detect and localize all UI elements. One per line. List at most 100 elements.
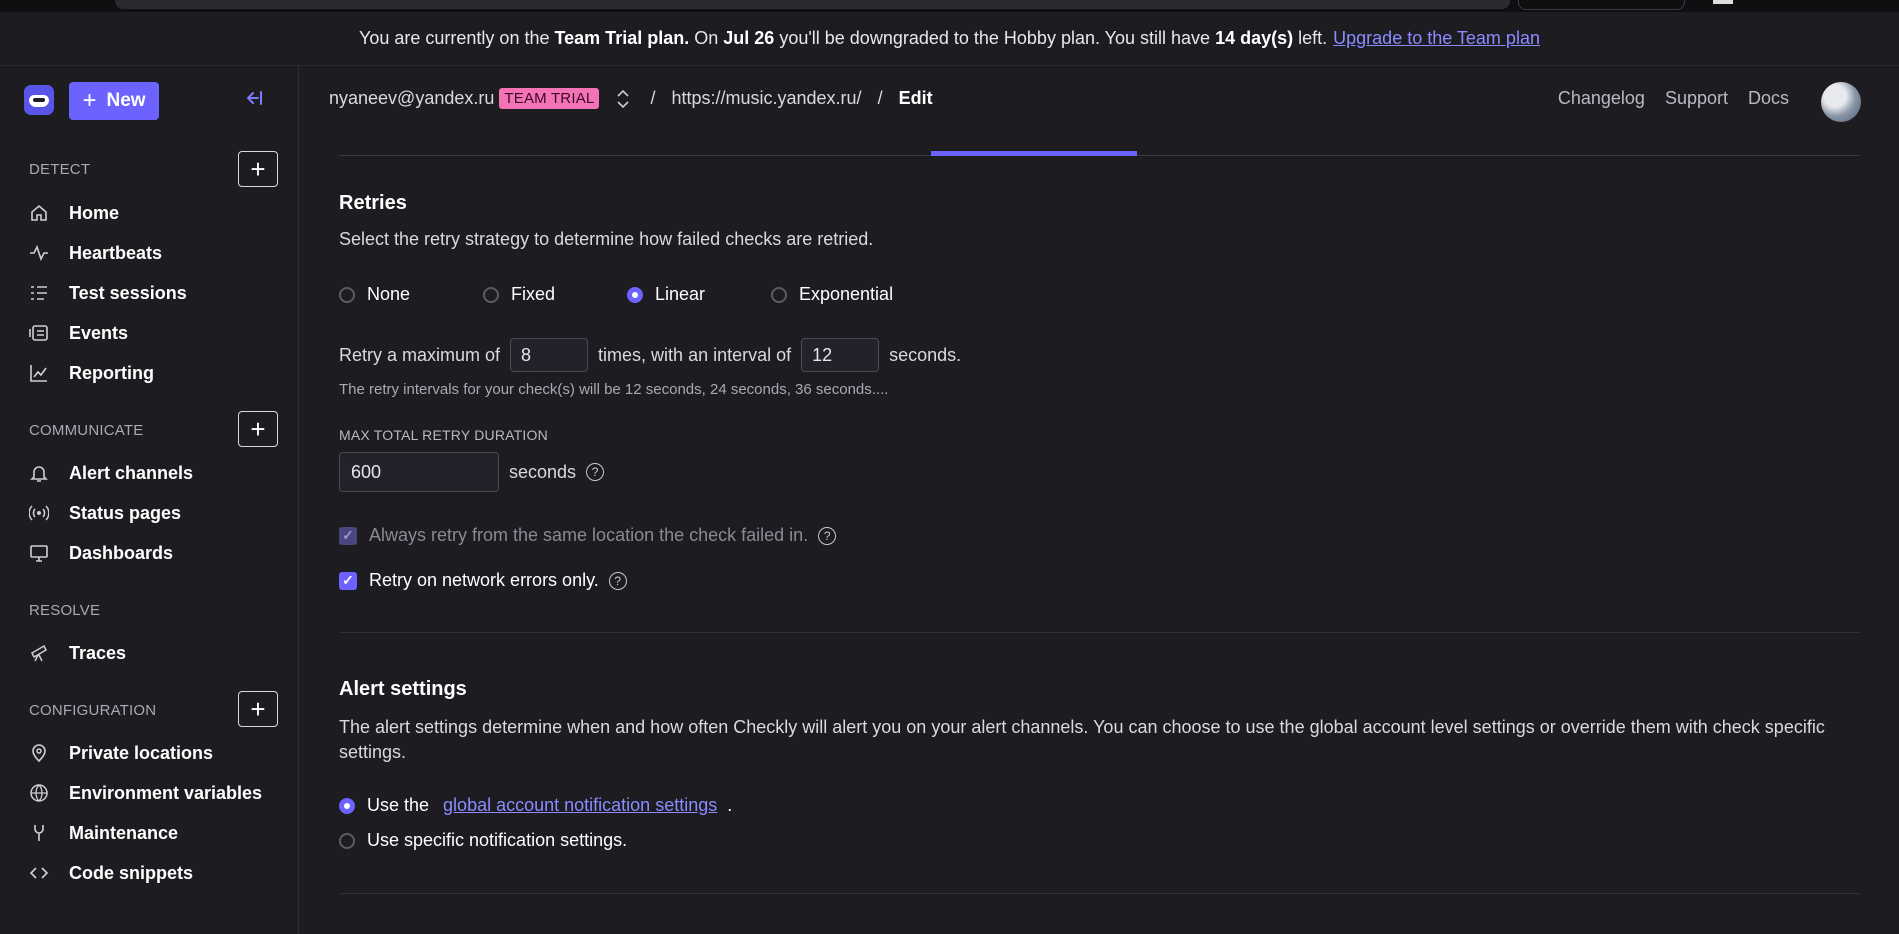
breadcrumb-check-url[interactable]: https://music.yandex.ru/: [671, 88, 861, 109]
global-settings-radio[interactable]: Use the global account notification sett…: [339, 795, 732, 816]
plan-badge: TEAM TRIAL: [499, 88, 600, 109]
retry-row-prefix: Retry a maximum of: [339, 344, 501, 365]
sidebar-item-test-sessions[interactable]: Test sessions: [28, 279, 187, 307]
checkly-logo[interactable]: [24, 85, 54, 115]
sidebar-item-events[interactable]: Events: [28, 319, 128, 347]
radio-circle[interactable]: [339, 286, 355, 303]
address-bar[interactable]: [115, 0, 1510, 9]
retry-config-row: Retry a maximum of times, with an interv…: [339, 338, 961, 372]
telescope-icon: [28, 642, 50, 664]
network-errors-label: Retry on network errors only.: [369, 570, 599, 590]
sidebar-item-label: Reporting: [69, 362, 154, 383]
banner-mid1: On: [694, 28, 719, 48]
radio-label: Fixed: [511, 284, 556, 304]
sidebar-item-alert-channels[interactable]: Alert channels: [28, 459, 193, 487]
sidebar-item-heartbeats[interactable]: Heartbeats: [28, 239, 162, 267]
new-button[interactable]: + New: [69, 82, 159, 120]
bell-icon: [28, 462, 50, 484]
breadcrumb-current: Edit: [898, 88, 933, 108]
new-button-label: New: [106, 90, 146, 111]
specific-settings-radio[interactable]: Use specific notification settings.: [339, 830, 627, 851]
sidebar-item-home[interactable]: Home: [28, 199, 119, 227]
max-duration-row: seconds ?: [339, 452, 605, 492]
radio-circle-selected[interactable]: [339, 797, 355, 814]
sidebar-item-label: Alert channels: [69, 462, 194, 483]
retry-row-mid: times, with an interval of: [598, 344, 792, 365]
sidebar-item-dashboards[interactable]: Dashboards: [28, 539, 173, 567]
sidebar-item-label: Home: [69, 202, 120, 223]
banner-suffix: left.: [1298, 28, 1328, 48]
retry-strategy-group: None Fixed Linear Exponential: [339, 284, 893, 305]
retries-description: Select the retry strategy to determine h…: [339, 229, 874, 249]
add-configuration-button[interactable]: +: [238, 691, 278, 727]
strategy-exponential-radio[interactable]: Exponential: [771, 284, 893, 305]
upgrade-link[interactable]: Upgrade to the Team plan: [1333, 28, 1540, 49]
sidebar: + New DETECT + Home Heartbeats Test sess…: [0, 66, 299, 934]
help-icon[interactable]: ?: [586, 463, 605, 481]
strategy-none-radio[interactable]: None: [339, 284, 483, 305]
wrench-icon: [28, 822, 50, 844]
radio-circle[interactable]: [339, 832, 355, 849]
sidebar-item-private-locations[interactable]: Private locations: [28, 739, 213, 767]
window-control[interactable]: [1713, 0, 1733, 4]
help-icon[interactable]: ?: [818, 526, 837, 545]
account-switcher-icon[interactable]: [616, 89, 630, 109]
banner-date: Jul 26: [723, 28, 775, 48]
add-detect-button[interactable]: +: [238, 151, 278, 187]
sidebar-item-reporting[interactable]: Reporting: [28, 359, 154, 387]
sidebar-item-label: Code snippets: [69, 862, 194, 883]
banner-prefix: You are currently on the: [359, 28, 550, 48]
sidebar-item-environment-variables[interactable]: Environment variables: [28, 779, 262, 807]
max-duration-input[interactable]: [339, 452, 499, 492]
radio-label: None: [367, 284, 411, 304]
max-retries-input[interactable]: [510, 338, 589, 372]
code-icon: [28, 862, 50, 884]
sidebar-item-label: Environment variables: [69, 782, 263, 803]
help-icon[interactable]: ?: [608, 571, 627, 590]
radio-label-suffix: .: [727, 795, 733, 815]
section-detect: DETECT: [29, 161, 91, 178]
alert-settings-description: The alert settings determine when and ho…: [339, 717, 1825, 762]
breadcrumb-separator: /: [877, 88, 883, 108]
globe-icon: [28, 782, 50, 804]
retry-interval-hint: The retry intervals for your check(s) wi…: [339, 381, 889, 398]
retry-interval-input[interactable]: [801, 338, 880, 372]
account-name[interactable]: nyaneev@yandex.ru: [329, 88, 494, 109]
docs-link[interactable]: Docs: [1748, 88, 1789, 109]
radio-circle[interactable]: [483, 286, 499, 303]
banner-days: 14 day(s): [1215, 28, 1294, 48]
radio-label: Exponential: [799, 284, 894, 304]
monitor-icon: [28, 542, 50, 564]
radio-circle[interactable]: [771, 286, 787, 303]
section-communicate: COMMUNICATE: [29, 422, 144, 439]
radio-circle-selected[interactable]: [627, 286, 643, 303]
sidebar-item-label: Heartbeats: [69, 242, 163, 263]
duration-unit: seconds: [509, 461, 577, 482]
checklist-icon: [28, 282, 50, 304]
strategy-linear-radio[interactable]: Linear: [627, 284, 771, 305]
strategy-fixed-radio[interactable]: Fixed: [483, 284, 627, 305]
support-link[interactable]: Support: [1665, 88, 1728, 109]
browser-button[interactable]: [1518, 0, 1685, 10]
radio-label: Use specific notification settings.: [367, 830, 628, 850]
breadcrumb-separator: /: [650, 88, 656, 108]
browser-top-strip: [0, 0, 1899, 12]
sidebar-item-maintenance[interactable]: Maintenance: [28, 819, 178, 847]
sidebar-item-label: Events: [69, 322, 129, 343]
radio-label: Use the: [367, 795, 430, 815]
global-settings-link[interactable]: global account notification settings: [443, 795, 717, 816]
collapse-sidebar-icon[interactable]: [244, 88, 264, 114]
sidebar-item-code-snippets[interactable]: Code snippets: [28, 859, 193, 887]
changelog-link[interactable]: Changelog: [1558, 88, 1645, 109]
sidebar-item-traces[interactable]: Traces: [28, 639, 126, 667]
sidebar-item-status-pages[interactable]: Status pages: [28, 499, 181, 527]
section-resolve: RESOLVE: [29, 602, 101, 619]
banner-plan: Team Trial plan.: [554, 28, 690, 48]
network-errors-checkbox[interactable]: ✓: [339, 571, 357, 590]
retry-row-suffix: seconds.: [889, 344, 962, 365]
heartbeat-icon: [28, 242, 50, 264]
chart-icon: [28, 362, 50, 384]
max-duration-label: MAX TOTAL RETRY DURATION: [339, 427, 548, 443]
avatar[interactable]: [1821, 82, 1861, 122]
add-communicate-button[interactable]: +: [238, 411, 278, 447]
